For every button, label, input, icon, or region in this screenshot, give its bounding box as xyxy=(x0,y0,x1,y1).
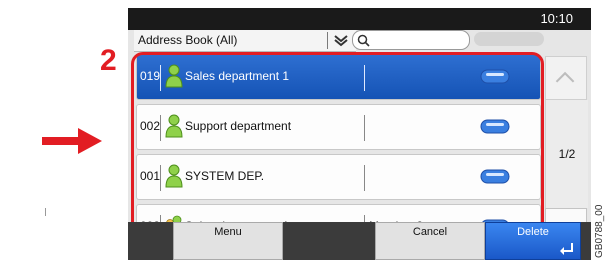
entry-name: Sales department 1 xyxy=(185,69,290,83)
entry-number: 001 xyxy=(140,169,161,183)
menu-button[interactable]: Menu xyxy=(173,222,283,260)
header-control[interactable] xyxy=(474,32,544,46)
entry-number: 002 xyxy=(140,119,161,133)
chevron-down-icon xyxy=(334,35,348,47)
list-item[interactable]: 019 Sales department 1 xyxy=(136,54,541,100)
selector-divider xyxy=(327,32,328,49)
cancel-label: Cancel xyxy=(412,226,448,238)
page-indicator: 1/2 xyxy=(545,100,588,208)
menu-label: Menu xyxy=(214,226,242,238)
clock: 10:10 xyxy=(540,11,573,26)
row-divider xyxy=(160,115,161,141)
step-number-callout: 2 xyxy=(100,44,117,77)
scroll-up-button[interactable] xyxy=(545,56,587,100)
delete-label: Delete xyxy=(517,226,549,238)
row-divider xyxy=(160,65,161,91)
row-divider xyxy=(364,165,365,191)
person-icon xyxy=(164,64,184,88)
chevron-up-icon xyxy=(555,71,575,83)
address-list: 019 Sales department 1 002 Support departme… xyxy=(136,54,541,250)
address-book-label: Address Book (All) xyxy=(138,33,238,47)
entry-name: Support department xyxy=(185,119,292,133)
list-item[interactable]: 001 SYSTEM DEP. xyxy=(136,154,541,200)
row-divider xyxy=(364,115,365,141)
cancel-button[interactable]: Cancel xyxy=(375,222,485,260)
row-divider xyxy=(160,165,161,191)
figure-code: GB0788_00 xyxy=(594,204,605,258)
list-item[interactable]: 002 Support department xyxy=(136,104,541,150)
detail-button-icon[interactable] xyxy=(480,169,510,184)
enter-icon xyxy=(560,243,573,255)
search-field[interactable] xyxy=(352,30,470,50)
entry-name: SYSTEM DEP. xyxy=(185,169,265,183)
margin-mark xyxy=(45,208,46,216)
person-icon xyxy=(164,164,184,188)
entry-number: 019 xyxy=(140,69,161,83)
address-book-selector[interactable]: Address Book (All) xyxy=(134,30,356,52)
row-divider xyxy=(364,65,365,91)
search-icon xyxy=(357,34,370,47)
detail-button-icon[interactable] xyxy=(480,119,510,134)
detail-button-icon[interactable] xyxy=(480,69,510,84)
status-bar: 10:10 xyxy=(128,8,591,30)
delete-button[interactable]: Delete xyxy=(485,222,581,260)
person-icon xyxy=(164,114,184,138)
pointer-arrow-icon xyxy=(42,128,102,154)
device-panel: 10:10 Address Book (All) 019 Sales depart… xyxy=(128,8,591,260)
bottom-bar: Menu Cancel Delete xyxy=(128,222,591,260)
